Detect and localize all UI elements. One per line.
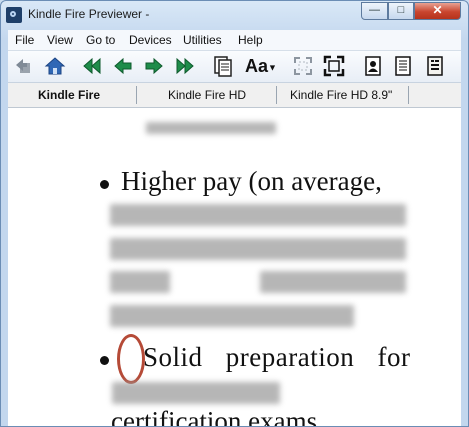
portrait-icon[interactable] — [362, 55, 384, 77]
menu-utilities[interactable]: Utilities — [183, 33, 222, 47]
page-view-icon[interactable] — [392, 55, 414, 77]
full-screen-icon[interactable] — [323, 55, 345, 77]
fit-screen-icon[interactable] — [292, 55, 314, 77]
close-button[interactable]: ✕ — [414, 2, 461, 20]
home-icon[interactable] — [44, 55, 66, 77]
maximize-button[interactable]: □ — [388, 2, 414, 20]
dropdown-arrow-icon: ▼ — [268, 62, 277, 73]
blurred-text — [110, 238, 406, 260]
book-preview-page[interactable]: Higher pay (on average, Solid preparatio… — [8, 108, 461, 427]
blurred-text — [112, 382, 280, 404]
menu-devices[interactable]: Devices — [129, 33, 172, 47]
blurred-text — [110, 305, 354, 327]
bullet-text: Solid preparation for — [143, 342, 411, 372]
menu-bar: File View Go to Devices Utilities Help — [8, 30, 461, 51]
menu-view[interactable]: View — [47, 33, 73, 47]
font-size-icon[interactable]: Aa▼ — [245, 55, 285, 77]
tab-divider — [408, 86, 409, 104]
tab-kindle-fire-hd[interactable]: Kindle Fire HD — [168, 88, 246, 102]
device-tab-bar: Kindle Fire Kindle Fire HD Kindle Fire H… — [8, 83, 461, 108]
tab-kindle-fire[interactable]: Kindle Fire — [38, 88, 100, 102]
blurred-text — [110, 204, 406, 226]
undo-icon[interactable] — [12, 55, 34, 77]
toolbar: Aa▼ — [8, 51, 461, 83]
window-title: Kindle Fire Previewer - — [28, 7, 150, 21]
minimize-button[interactable]: — — [361, 2, 388, 20]
blurred-text — [110, 271, 170, 293]
next-page-icon[interactable] — [143, 55, 165, 77]
bullet-text: Higher pay (on average, — [121, 166, 382, 196]
sepia-page-icon[interactable] — [424, 55, 446, 77]
app-logo-icon — [6, 7, 22, 23]
menu-help[interactable]: Help — [238, 33, 263, 47]
previous-page-icon[interactable] — [112, 55, 134, 77]
annotation-circle — [117, 334, 145, 384]
table-of-contents-icon[interactable] — [212, 55, 234, 77]
bullet-point — [100, 356, 109, 365]
title-bar[interactable]: Kindle Fire Previewer - — □ ✕ — [1, 1, 468, 30]
menu-file[interactable]: File — [15, 33, 34, 47]
tab-kindle-fire-hd-89[interactable]: Kindle Fire HD 8.9" — [290, 88, 392, 102]
first-page-icon[interactable] — [81, 55, 103, 77]
font-size-label: Aa — [245, 56, 269, 76]
bottom-text: certification exams — [111, 406, 318, 427]
blurred-text — [260, 271, 406, 293]
tab-divider — [276, 86, 277, 104]
menu-go-to[interactable]: Go to — [86, 33, 115, 47]
blurred-text — [146, 122, 276, 134]
last-page-icon[interactable] — [174, 55, 196, 77]
bullet-point — [100, 180, 109, 189]
tab-divider — [136, 86, 137, 104]
app-window: Kindle Fire Previewer - — □ ✕ File View … — [0, 0, 469, 427]
